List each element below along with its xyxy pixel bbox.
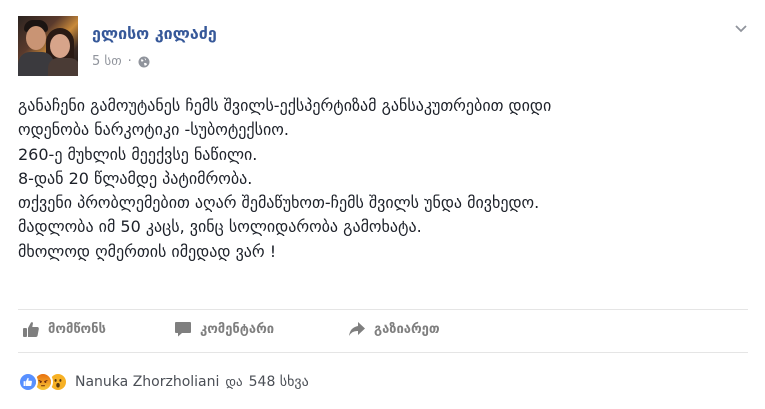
post-line: მხოლოდ ღმერთის იმედად ვარ ! bbox=[18, 241, 277, 261]
comment-label: კომენტარი bbox=[200, 321, 275, 337]
post-line: განაჩენი გამოუტანეს ჩემს შვილს-ექსპერტიზ… bbox=[18, 96, 552, 115]
timestamp[interactable]: 5 სთ bbox=[92, 54, 122, 69]
share-button[interactable]: გაზიარეთ bbox=[348, 320, 440, 338]
globe-icon[interactable] bbox=[138, 56, 150, 68]
post-meta: 5 სთ · bbox=[92, 54, 150, 69]
thumbs-up-icon bbox=[23, 322, 39, 337]
like-reaction-icon bbox=[18, 372, 38, 392]
meta-separator: · bbox=[127, 54, 132, 69]
action-bar: მომწონს კომენტარი გაზიარეთ bbox=[18, 309, 748, 353]
chevron-down-icon[interactable] bbox=[734, 20, 748, 34]
share-label: გაზიარეთ bbox=[374, 321, 440, 337]
post-header: ელისო კილაძე 5 სთ · bbox=[18, 16, 758, 78]
post-line: მადლობა იმ 50 კაცს, ვინც სოლიდარობა გამო… bbox=[18, 217, 422, 237]
reactions-names[interactable]: Nanuka Zhorzholiani და 548 სხვა bbox=[75, 374, 309, 390]
post-line: ოდენობა ნარკოტიკი -სუბოტექსიო. bbox=[18, 120, 289, 140]
reactions-summary[interactable]: Nanuka Zhorzholiani და 548 სხვა bbox=[18, 372, 309, 392]
post-line: 8-დან 20 წლამდე პატიმრობა. bbox=[18, 168, 253, 188]
share-icon bbox=[349, 322, 365, 336]
reactor-name[interactable]: Nanuka Zhorzholiani bbox=[75, 374, 219, 390]
post-content: განაჩენი გამოუტანეს ჩემს შვილს-ექსპერტიზ… bbox=[18, 94, 748, 264]
comment-button[interactable]: კომენტარი bbox=[174, 320, 274, 338]
like-button[interactable]: მომწონს bbox=[22, 320, 106, 338]
author-name[interactable]: ელისო კილაძე bbox=[92, 24, 217, 43]
like-label: მომწონს bbox=[48, 321, 106, 337]
post-line: თქვენი პრობლემებით აღარ შემაწუხოთ-ჩემს შ… bbox=[18, 193, 540, 213]
avatar[interactable] bbox=[18, 16, 78, 76]
facebook-post: ელისო კილაძე 5 სთ · განაჩენი გამოუტანეს … bbox=[0, 0, 765, 409]
comment-icon bbox=[175, 322, 191, 337]
and-word: და bbox=[225, 375, 243, 390]
post-line: 260-ე მუხლის მეექვსე ნაწილი. bbox=[18, 144, 258, 164]
others-count[interactable]: 548 სხვა bbox=[249, 374, 309, 390]
